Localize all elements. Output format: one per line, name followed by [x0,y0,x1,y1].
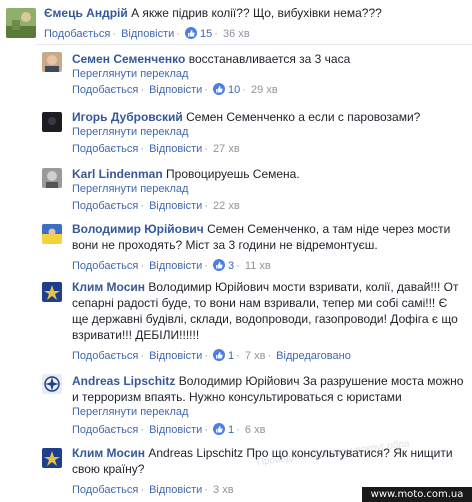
author-name[interactable]: Клим Мосин [72,280,145,294]
reply-button[interactable]: Відповісти [149,424,202,436]
like-button[interactable]: Подобається [72,84,138,96]
see-translation-link[interactable]: Переглянути переклад [72,67,188,81]
avatar[interactable] [42,52,62,72]
action-bar: Подобається · Відповісти · 22 хв [72,200,240,212]
comment-body: Karl Lindenman Провоцируешь Семена. [72,166,464,182]
edited-label[interactable]: Відредаговано [276,350,351,362]
comment-4: Володимир Юрійович Семен Семенченко, а т… [0,216,472,274]
comment-text: восстанавливается за 3 часа [188,52,351,66]
author-name[interactable]: Клим Мосин [72,446,145,460]
timestamp[interactable]: 7 хв [245,350,266,362]
timestamp[interactable]: 11 хв [245,260,271,272]
see-translation-link[interactable]: Переглянути переклад [72,182,188,196]
thumbs-up-icon [185,27,198,39]
action-bar: Подобається · Відповісти · 1 · 7 хв · Відред… [72,349,351,362]
like-button[interactable]: Подобається [72,484,138,496]
reply-button[interactable]: Відповісти [149,84,202,96]
comment-3: Karl Lindenman Провоцируешь Семена. Пере… [0,162,472,216]
comment-body: Игорь Дубровский Семен Семенченко а если… [72,109,464,125]
like-count[interactable]: 3 [228,260,234,272]
comment-body: Ємець Андрій А якже підрив колії?? Що, в… [44,5,464,21]
author-name[interactable]: Игорь Дубровский [72,110,183,124]
timestamp[interactable]: 36 хв [223,28,250,40]
timestamp[interactable]: 22 хв [213,200,240,212]
avatar[interactable] [42,374,62,394]
action-bar: Подобається · Відповісти · 3 · 11 хв [72,259,271,272]
action-bar: Подобається · Відповісти · 15 · 36 хв [44,27,250,40]
see-translation-link[interactable]: Переглянути переклад [72,125,188,139]
comment-text: Семен Семенченко а если с паровозами? [186,110,421,124]
comment-body: Клим Мосин Володимир Юрійович мости взри… [72,279,464,343]
see-translation-link[interactable]: Переглянути переклад [72,405,188,419]
thumbs-up-icon [213,423,226,435]
like-button[interactable]: Подобається [44,28,110,40]
action-bar: Подобається · Відповісти · 3 хв [72,484,234,496]
avatar[interactable] [42,224,62,244]
reply-button[interactable]: Відповісти [149,200,202,212]
like-button[interactable]: Подобається [72,200,138,212]
like-button[interactable]: Подобається [72,350,138,362]
comment-2: Игорь Дубровский Семен Семенченко а если… [0,104,472,162]
author-name[interactable]: Andreas Lipschitz [72,374,175,388]
action-bar: Подобається · Відповісти · 10 · 29 хв [72,83,278,96]
reply-button[interactable]: Відповісти [149,260,202,272]
like-count[interactable]: 1 [228,424,234,436]
reply-button[interactable]: Відповісти [149,484,202,496]
timestamp[interactable]: 27 хв [213,143,240,155]
action-bar: Подобається · Відповісти · 27 хв [72,143,240,155]
reply-button[interactable]: Відповісти [121,28,174,40]
avatar[interactable] [42,112,62,132]
avatar[interactable] [42,448,62,468]
comment-0: Ємець Андрій А якже підрив колії?? Що, в… [0,0,472,50]
author-name[interactable]: Ємець Андрій [44,6,128,20]
timestamp[interactable]: 3 хв [213,484,234,496]
thumbs-up-icon [213,259,226,271]
comment-6: Andreas Lipschitz Володимир Юрійович За … [0,366,472,440]
avatar[interactable] [42,168,62,188]
timestamp[interactable]: 6 хв [245,424,266,436]
comment-body: Andreas Lipschitz Володимир Юрійович За … [72,373,464,405]
reply-button[interactable]: Відповісти [149,350,202,362]
comment-body: Семен Семенченко восстанавливается за 3 … [72,51,464,67]
thumbs-up-icon [213,83,226,95]
like-button[interactable]: Подобається [72,424,138,436]
comment-1: Семен Семенченко восстанавливается за 3 … [0,44,472,104]
like-count[interactable]: 15 [200,28,212,40]
thumbs-up-icon [213,349,226,361]
author-name[interactable]: Володимир Юрійович [72,222,204,236]
author-name[interactable]: Karl Lindenman [72,167,163,181]
comment-text: Провоцируешь Семена. [166,167,300,181]
watermark: www.moto.com.ua [362,487,472,502]
divider [36,44,472,45]
avatar[interactable] [42,282,62,302]
author-name[interactable]: Семен Семенченко [72,52,185,66]
comment-5: Клим Мосин Володимир Юрійович мости взри… [0,274,472,366]
comment-text: А якже підрив колії?? Що, вибухівки нема… [131,6,382,20]
like-count[interactable]: 10 [228,84,240,96]
comment-body: Клим Мосин Andreas Lipschitz Про що конс… [72,445,464,477]
avatar[interactable] [6,8,36,38]
like-count[interactable]: 1 [228,350,234,362]
action-bar: Подобається · Відповісти · 1 · 6 хв [72,423,266,436]
like-button[interactable]: Подобається [72,143,138,155]
reply-button[interactable]: Відповісти [149,143,202,155]
like-button[interactable]: Подобається [72,260,138,272]
timestamp[interactable]: 29 хв [251,84,278,96]
comment-body: Володимир Юрійович Семен Семенченко, а т… [72,221,464,253]
